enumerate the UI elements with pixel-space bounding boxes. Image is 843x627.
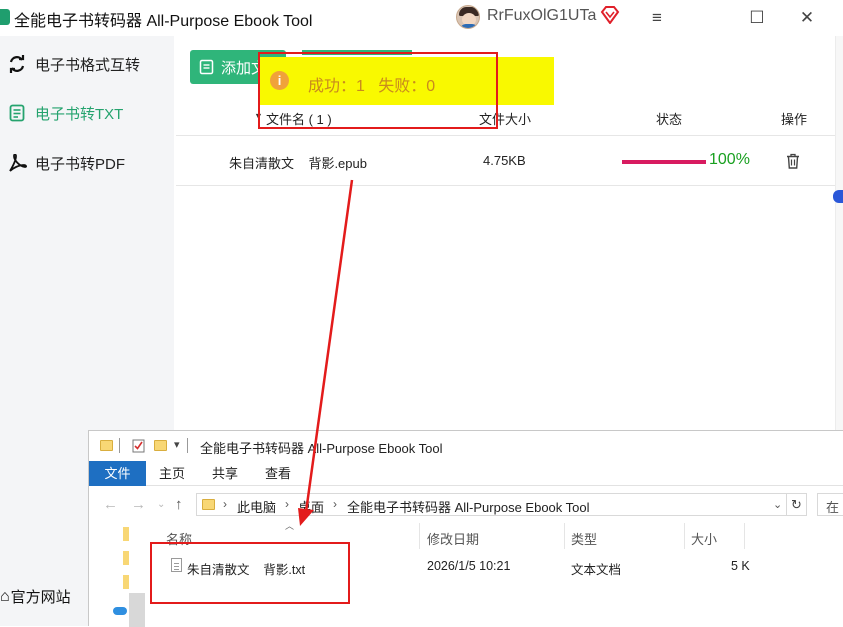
annotation-arrow: [298, 179, 354, 526]
